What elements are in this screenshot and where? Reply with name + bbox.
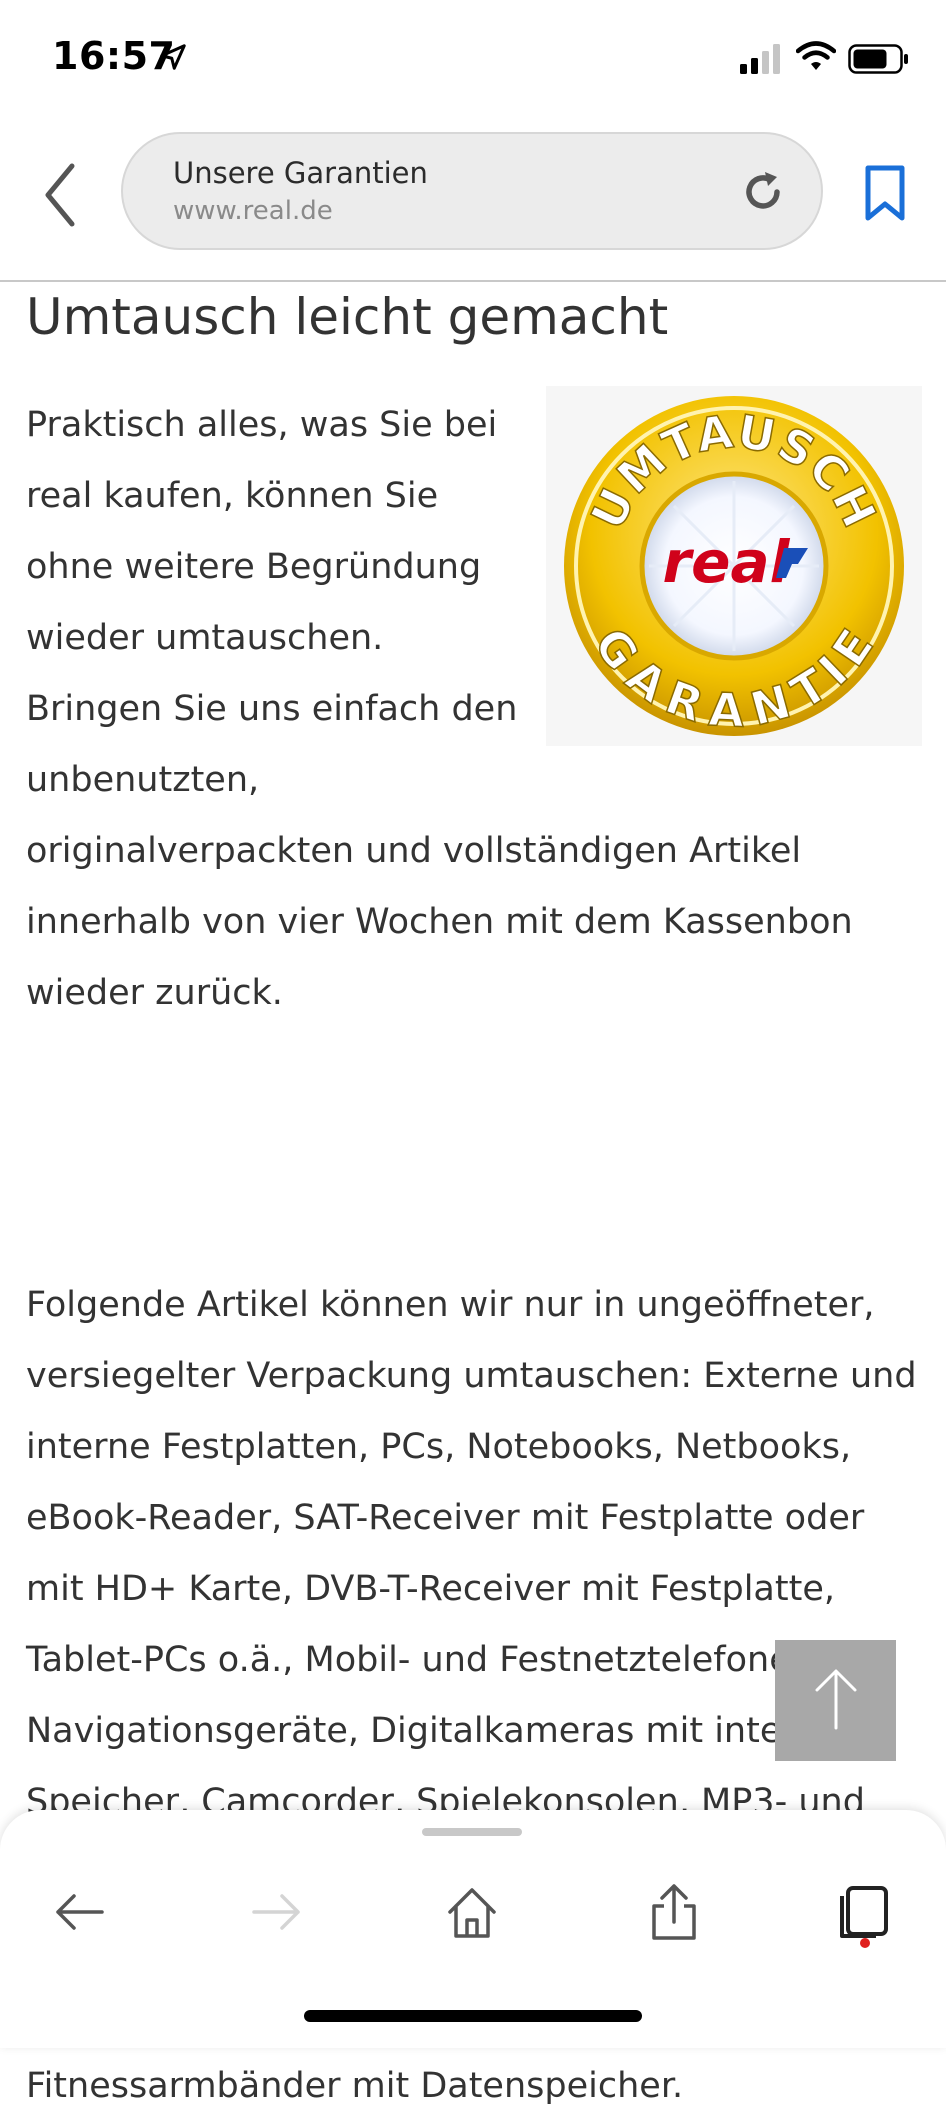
toolbar-drag-handle[interactable] <box>422 1828 522 1836</box>
home-icon[interactable] <box>444 1884 500 1940</box>
article-heading: Umtausch leicht gemacht <box>26 288 669 346</box>
back-chevron-icon[interactable] <box>40 160 80 230</box>
status-time: 16:57 <box>52 34 176 78</box>
scroll-to-top-button[interactable] <box>775 1640 896 1761</box>
badge-brand-text: real <box>663 528 791 596</box>
battery-icon <box>848 44 908 74</box>
page-title: Unsere Garantien <box>173 156 428 190</box>
arrow-up-icon <box>815 1669 857 1730</box>
address-bar[interactable]: Unsere Garantien www.real.de <box>121 132 823 250</box>
back-arrow-icon[interactable] <box>52 1884 108 1940</box>
bookmark-icon[interactable] <box>860 164 910 224</box>
browser-nav-bar: Unsere Garantien www.real.de <box>0 120 946 282</box>
cellular-signal-icon <box>740 44 780 74</box>
wifi-icon <box>796 41 836 70</box>
umtausch-garantie-badge-image: UMTAUSCH GARANTIE real <box>546 386 922 746</box>
reload-icon[interactable] <box>739 168 787 216</box>
status-bar: 16:57 <box>0 0 946 120</box>
page-domain: www.real.de <box>173 196 333 226</box>
tabs-notification-dot <box>860 1938 870 1948</box>
share-icon[interactable] <box>646 1884 702 1940</box>
location-arrow-icon <box>160 44 186 70</box>
home-indicator[interactable] <box>304 2010 642 2022</box>
tabs-icon[interactable] <box>836 1884 892 1940</box>
forward-arrow-icon[interactable] <box>248 1884 304 1940</box>
garantie-seal-icon: UMTAUSCH GARANTIE real <box>562 394 906 738</box>
